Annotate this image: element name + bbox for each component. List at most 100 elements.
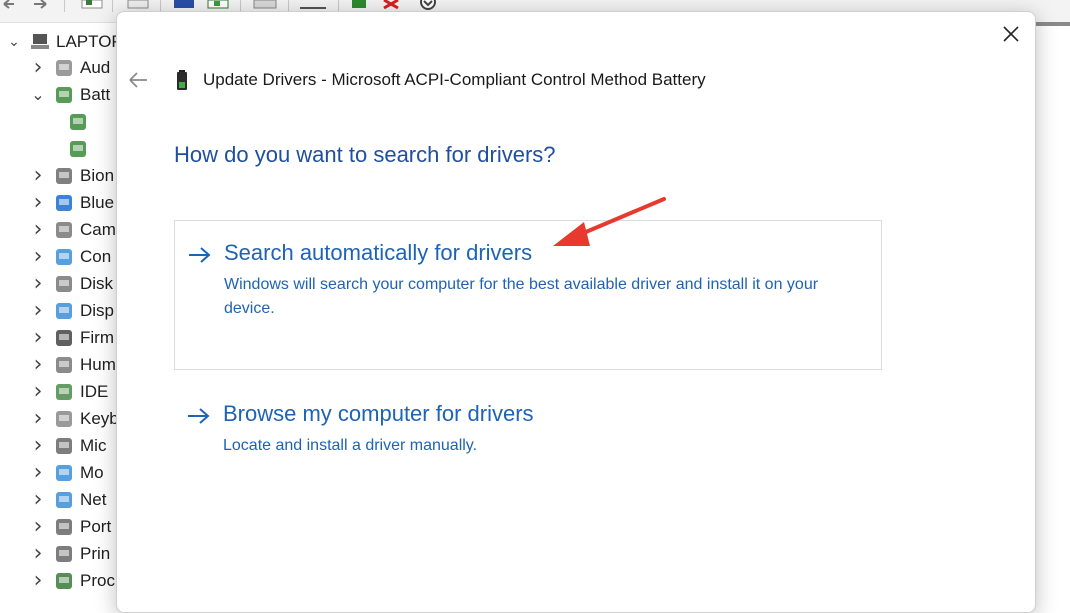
dialog-title: Update Drivers - Microsoft ACPI-Complian… — [203, 70, 706, 89]
search-automatically-description: Windows will search your computer for th… — [224, 276, 819, 317]
chevron-right-icon[interactable]: › — [28, 352, 48, 377]
monitor-icon — [54, 463, 74, 483]
chevron-right-icon[interactable]: › — [28, 190, 48, 215]
tree-item-label: Disp — [80, 300, 115, 320]
disk-drive-icon — [54, 274, 74, 294]
tree-item[interactable]: › Disp — [28, 297, 114, 324]
battery-device-icon — [68, 139, 88, 159]
chevron-right-icon[interactable]: › — [28, 298, 48, 323]
port-icon — [54, 517, 74, 537]
chevron-down-icon[interactable]: ⌄ — [28, 85, 48, 104]
tree-item[interactable]: › Con — [28, 243, 112, 270]
tree-item[interactable]: › Mo — [28, 459, 104, 486]
chevron-down-icon[interactable]: ⌄ — [4, 34, 24, 50]
chevron-right-icon[interactable]: › — [28, 379, 48, 404]
battery-device-icon — [68, 112, 88, 132]
battery-device-title-icon — [175, 70, 189, 92]
tree-item[interactable]: › Prin — [28, 540, 111, 567]
toolbar-help-icon[interactable] — [127, 0, 149, 9]
toolbar-update-icon[interactable] — [174, 0, 194, 8]
chevron-right-icon[interactable]: › — [28, 325, 48, 350]
background-window-edge — [1034, 22, 1070, 602]
update-drivers-dialog: Update Drivers - Microsoft ACPI-Complian… — [116, 11, 1036, 613]
tree-item[interactable]: › Hum — [28, 351, 116, 378]
keyboard-icon — [54, 409, 74, 429]
chevron-right-icon[interactable]: › — [28, 163, 48, 188]
processor-icon — [54, 571, 74, 591]
back-button[interactable] — [127, 70, 149, 90]
firmware-icon — [54, 328, 74, 348]
hid-icon — [54, 355, 74, 375]
tree-root-row[interactable]: ⌄ LAPTOP — [4, 28, 123, 55]
chevron-right-icon[interactable]: › — [28, 487, 48, 512]
camera-icon — [54, 220, 74, 240]
chevron-right-icon[interactable]: › — [28, 271, 48, 296]
tree-item[interactable]: › Keyb — [28, 405, 119, 432]
toolbar-back-icon[interactable] — [3, 0, 14, 9]
tree-item-label: Con — [80, 246, 112, 266]
chevron-right-icon[interactable]: › — [28, 541, 48, 566]
monitor-icon — [54, 247, 74, 267]
close-button[interactable] — [1001, 24, 1021, 44]
computer-icon — [30, 32, 50, 52]
tree-item[interactable]: › Net — [28, 486, 107, 513]
tree-item[interactable] — [62, 108, 94, 135]
tree-item[interactable]: › Aud — [28, 54, 111, 81]
tree-item-label: Net — [80, 489, 107, 509]
toolbar-uninstall-icon[interactable] — [383, 0, 399, 10]
search-automatically-title[interactable]: Search automatically for drivers — [224, 240, 532, 266]
speaker-icon — [54, 58, 74, 78]
tree-item-label: Hum — [80, 354, 116, 374]
tree-item-label: Firm — [80, 327, 114, 347]
display-adapter-icon — [54, 301, 74, 321]
battery-icon — [54, 85, 74, 105]
tree-item-label: Mic — [80, 435, 107, 455]
tree-item-label: Cam — [80, 219, 116, 239]
tree-root-label: LAPTOP — [56, 31, 123, 51]
tree-item[interactable]: › Firm — [28, 324, 114, 351]
back-arrow-icon[interactable] — [127, 70, 149, 90]
tree-item[interactable]: › Bion — [28, 162, 114, 189]
chevron-right-icon[interactable]: › — [28, 433, 48, 458]
chevron-right-icon[interactable]: › — [28, 460, 48, 485]
tree-item-label: Bion — [80, 165, 115, 185]
chevron-right-icon[interactable]: › — [28, 514, 48, 539]
tree-item-label: Mo — [80, 462, 104, 482]
chevron-right-icon[interactable]: › — [28, 55, 48, 80]
tree-item-label: Port — [80, 516, 112, 536]
fingerprint-icon — [54, 166, 74, 186]
chevron-right-icon[interactable]: › — [28, 217, 48, 242]
chevron-right-icon[interactable]: › — [28, 568, 48, 593]
search-automatically-option[interactable]: Search automatically for drivers Windows… — [174, 220, 882, 370]
printer-icon — [54, 544, 74, 564]
tree-item-label: Disk — [80, 273, 114, 293]
arrow-right-icon — [186, 406, 210, 426]
tree-item-label: IDE — [80, 381, 109, 401]
tree-item[interactable] — [62, 135, 94, 162]
tree-item[interactable]: › Cam — [28, 216, 116, 243]
tree-item[interactable]: › Mic — [28, 432, 107, 459]
chevron-right-icon[interactable]: › — [28, 244, 48, 269]
background-window-topbar — [1035, 22, 1070, 26]
toolbar-forward-icon[interactable] — [34, 0, 47, 9]
tree-item[interactable]: › IDE — [28, 378, 109, 405]
browse-computer-title[interactable]: Browse my computer for drivers — [223, 401, 534, 427]
close-icon[interactable] — [1001, 24, 1021, 44]
tree-item[interactable]: › Port — [28, 513, 112, 540]
toolbar-enable-icon[interactable] — [352, 0, 366, 8]
tree-item[interactable]: › Proc — [28, 567, 115, 594]
mouse-icon — [54, 436, 74, 456]
arrow-right-icon — [187, 245, 211, 265]
tree-item[interactable]: › Blue — [28, 189, 114, 216]
tree-item[interactable]: ⌄ Batt — [28, 81, 110, 108]
tree-item-label: Blue — [80, 192, 115, 212]
chevron-right-icon[interactable]: › — [28, 406, 48, 431]
tree-item-label: Aud — [80, 57, 111, 77]
browse-computer-option[interactable]: Browse my computer for drivers Locate an… — [174, 392, 882, 472]
browse-computer-description: Locate and install a driver manually. — [223, 437, 478, 454]
network-icon — [54, 490, 74, 510]
ide-icon — [54, 382, 74, 402]
search-heading: How do you want to search for drivers? — [174, 142, 556, 167]
tree-item[interactable]: › Disk — [28, 270, 113, 297]
toolbar-device-icon[interactable] — [253, 0, 277, 9]
